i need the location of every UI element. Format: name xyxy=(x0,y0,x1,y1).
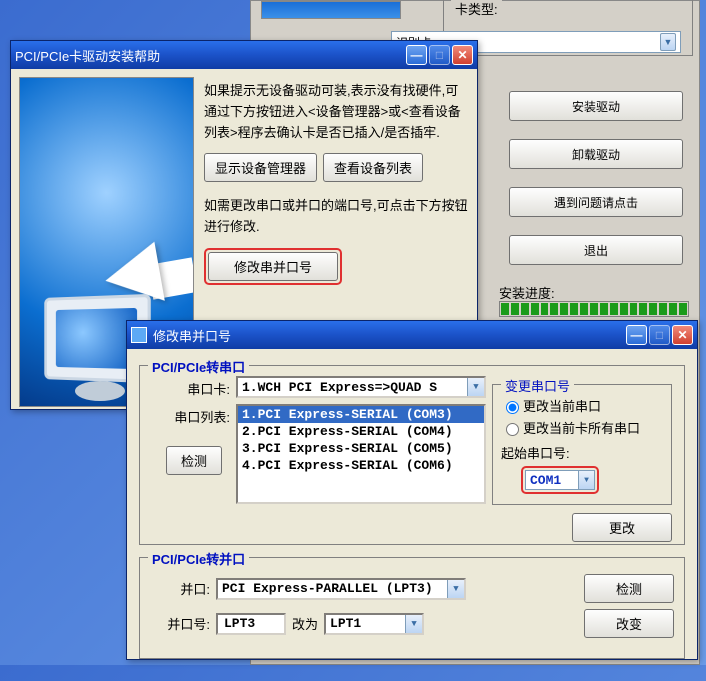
serial-legend: PCI/PCIe转串口 xyxy=(148,357,249,376)
par-changeto-select[interactable]: LPT1 ▼ xyxy=(324,613,424,635)
show-devlist-button[interactable]: 查看设备列表 xyxy=(323,153,423,182)
highlight-outline: 修改串并口号 xyxy=(204,248,342,285)
chevron-down-icon[interactable]: ▼ xyxy=(578,471,594,489)
serial-list[interactable]: 1.PCI Express-SERIAL (COM3) 2.PCI Expres… xyxy=(236,404,486,504)
parallel-legend: PCI/PCIe转并口 xyxy=(148,549,249,568)
radio-current[interactable] xyxy=(506,401,519,414)
radio-all-label: 更改当前卡所有串口 xyxy=(523,418,640,437)
app-icon xyxy=(131,327,147,343)
change-serial-frame: 变更串口号 更改当前串口 更改当前卡所有串口 起始串口号: COM1 ▼ xyxy=(492,384,672,505)
start-com-label: 起始串口号: xyxy=(501,443,663,462)
modify-port-dialog: 修改串并口号 — □ ✕ PCI/PCIe转串口 串口卡: 1.WCH PCI … xyxy=(126,320,698,660)
help-text-2: 如需更改串口或并口的端口号,可点击下方按钮进行修改. xyxy=(204,196,469,238)
preview-graphic xyxy=(261,1,401,19)
list-item[interactable]: 3.PCI Express-SERIAL (COM5) xyxy=(238,440,484,457)
chevron-down-icon[interactable]: ▼ xyxy=(447,580,464,598)
close-button[interactable]: ✕ xyxy=(452,45,473,65)
uninstall-driver-button[interactable]: 卸载驱动 xyxy=(509,139,683,169)
chevron-down-icon[interactable]: ▼ xyxy=(467,378,484,396)
serial-detect-button[interactable]: 检测 xyxy=(166,446,222,475)
par-detect-button[interactable]: 检测 xyxy=(584,574,674,603)
serial-fieldset: PCI/PCIe转串口 串口卡: 1.WCH PCI Express=>QUAD… xyxy=(139,365,685,545)
par-num-field: LPT3 xyxy=(216,613,286,635)
start-com-select[interactable]: COM1 ▼ xyxy=(525,470,595,490)
radio-all[interactable] xyxy=(506,423,519,436)
start-com-value: COM1 xyxy=(530,473,561,488)
maximize-button: □ xyxy=(649,325,670,345)
titlebar[interactable]: 修改串并口号 — □ ✕ xyxy=(127,321,697,349)
par-num-label: 并口号: xyxy=(150,614,210,633)
serial-card-label: 串口卡: xyxy=(150,376,230,398)
exit-button[interactable]: 退出 xyxy=(509,235,683,265)
help-button[interactable]: 遇到问题请点击 xyxy=(509,187,683,217)
list-item[interactable]: 4.PCI Express-SERIAL (COM6) xyxy=(238,457,484,474)
install-driver-button[interactable]: 安装驱动 xyxy=(509,91,683,121)
radio-current-row[interactable]: 更改当前串口 xyxy=(501,396,663,415)
serial-card-value: 1.WCH PCI Express=>QUAD S xyxy=(242,380,437,395)
card-type-legend: 卡类型: xyxy=(451,0,502,18)
window-title: 修改串并口号 xyxy=(153,326,231,345)
maximize-button: □ xyxy=(429,45,450,65)
close-button[interactable]: ✕ xyxy=(672,325,693,345)
show-devmgr-button[interactable]: 显示设备管理器 xyxy=(204,153,317,182)
par-port-select[interactable]: PCI Express-PARALLEL (LPT3) ▼ xyxy=(216,578,466,600)
par-change-button[interactable]: 改变 xyxy=(584,609,674,638)
change-serial-legend: 变更串口号 xyxy=(501,376,574,395)
list-item[interactable]: 1.PCI Express-SERIAL (COM3) xyxy=(238,406,484,423)
list-item[interactable]: 2.PCI Express-SERIAL (COM4) xyxy=(238,423,484,440)
par-changeto-label: 改为 xyxy=(292,614,318,633)
highlight-outline: COM1 ▼ xyxy=(521,466,599,494)
install-progress xyxy=(499,301,689,317)
chevron-down-icon[interactable]: ▼ xyxy=(405,615,422,633)
serial-list-label: 串口列表: xyxy=(150,404,230,426)
progress-legend: 安装进度: xyxy=(499,283,555,302)
radio-all-row[interactable]: 更改当前卡所有串口 xyxy=(501,418,663,437)
minimize-button[interactable]: — xyxy=(406,45,427,65)
radio-current-label: 更改当前串口 xyxy=(523,396,601,415)
par-port-value: PCI Express-PARALLEL (LPT3) xyxy=(222,581,433,596)
par-port-label: 并口: xyxy=(150,579,210,598)
modify-port-button[interactable]: 修改串并口号 xyxy=(208,252,338,281)
serial-change-button[interactable]: 更改 xyxy=(572,513,672,542)
help-text-1: 如果提示无设备驱动可装,表示没有找硬件,可通过下方按钮进入<设备管理器>或<查看… xyxy=(204,81,469,143)
chevron-down-icon[interactable]: ▼ xyxy=(660,33,676,51)
serial-card-select[interactable]: 1.WCH PCI Express=>QUAD S ▼ xyxy=(236,376,486,398)
titlebar[interactable]: PCI/PCIe卡驱动安装帮助 — □ ✕ xyxy=(11,41,477,69)
window-title: PCI/PCIe卡驱动安装帮助 xyxy=(15,46,160,65)
parallel-fieldset: PCI/PCIe转并口 并口: PCI Express-PARALLEL (LP… xyxy=(139,557,685,659)
par-changeto-value: LPT1 xyxy=(330,616,361,631)
minimize-button[interactable]: — xyxy=(626,325,647,345)
